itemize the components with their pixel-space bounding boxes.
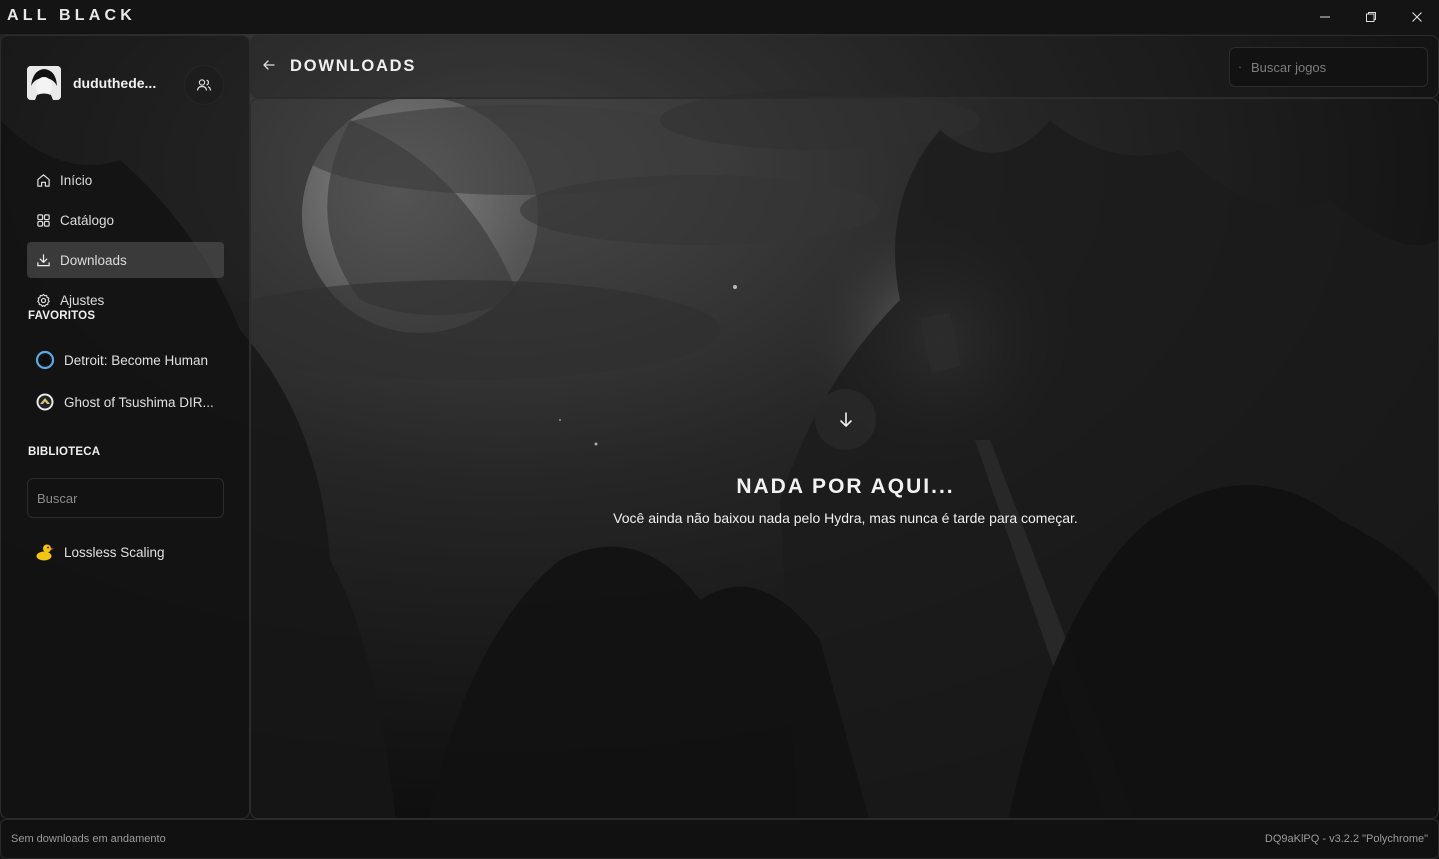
empty-state-icon-circle <box>815 389 876 450</box>
game-search-input[interactable] <box>1241 48 1427 86</box>
gear-icon <box>37 293 50 307</box>
close-icon <box>1412 12 1422 22</box>
library-item-label: Lossless Scaling <box>64 544 165 560</box>
sidebar-item-label: Início <box>60 172 93 188</box>
username[interactable]: duduthede... <box>73 75 161 91</box>
library-section-title: BIBLIOTECA <box>28 446 101 458</box>
favorite-item-label: Ghost of Tsushima DIR... <box>64 394 214 410</box>
minimize-icon <box>1320 16 1330 18</box>
arrow-down-icon <box>839 411 852 427</box>
page-header: DOWNLOADS <box>250 35 1439 98</box>
title-bar: ALL BLACK <box>0 0 1439 34</box>
main-nav: Início Catálogo Downloads Ajustes <box>27 162 224 322</box>
sidebar-item-inicio[interactable]: Início <box>27 162 224 198</box>
download-status-text: Sem downloads em andamento <box>11 833 166 845</box>
sidebar-item-downloads[interactable]: Downloads <box>27 242 224 278</box>
grid-icon <box>37 213 50 227</box>
library-search-field[interactable] <box>27 478 224 518</box>
ghost-of-tsushima-game-icon <box>36 393 54 411</box>
detroit-game-icon <box>35 350 55 370</box>
favorite-item-detroit[interactable]: Detroit: Become Human <box>35 348 208 372</box>
version-text[interactable]: DQ9aKlPQ - v3.2.2 "Polychrome" <box>1265 833 1428 845</box>
sidebar-item-catalogo[interactable]: Catálogo <box>27 202 224 238</box>
sidebar: duduthede... Início Catálogo Downloads A… <box>0 35 250 819</box>
library-search-input[interactable] <box>28 479 223 517</box>
close-button[interactable] <box>1394 0 1439 34</box>
downloads-content: NADA POR AQUI... Você ainda não baixou n… <box>250 98 1439 819</box>
library-item-lossless-scaling[interactable]: Lossless Scaling <box>35 540 165 564</box>
empty-state-subtitle: Você ainda não baixou nada pelo Hydra, m… <box>613 510 1078 526</box>
sidebar-item-label: Downloads <box>60 252 127 268</box>
favorite-item-label: Detroit: Become Human <box>64 352 209 368</box>
arrow-left-icon <box>263 60 275 70</box>
empty-state-title: NADA POR AQUI... <box>736 475 955 498</box>
app-title: ALL BLACK <box>7 7 137 24</box>
friends-button[interactable] <box>184 65 224 105</box>
game-search-field[interactable] <box>1229 47 1428 87</box>
avatar[interactable] <box>27 66 61 100</box>
friends-icon <box>196 79 212 91</box>
maximize-button[interactable] <box>1348 0 1394 34</box>
download-icon <box>37 253 50 266</box>
page-title: DOWNLOADS <box>290 57 417 75</box>
restore-icon <box>1366 12 1376 22</box>
profile-section[interactable]: duduthede... <box>27 60 227 106</box>
favorites-section-title: FAVORITOS <box>28 310 96 322</box>
lossless-scaling-duck-icon <box>36 544 54 561</box>
home-icon <box>37 173 50 187</box>
sidebar-item-label: Ajustes <box>60 292 105 308</box>
minimize-button[interactable] <box>1302 0 1348 34</box>
favorite-item-ghost-of-tsushima[interactable]: Ghost of Tsushima DIR... <box>35 390 214 414</box>
status-bar: Sem downloads em andamento DQ9aKlPQ - v3… <box>0 819 1439 859</box>
sidebar-item-label: Catálogo <box>60 212 115 228</box>
back-button[interactable] <box>261 57 277 73</box>
